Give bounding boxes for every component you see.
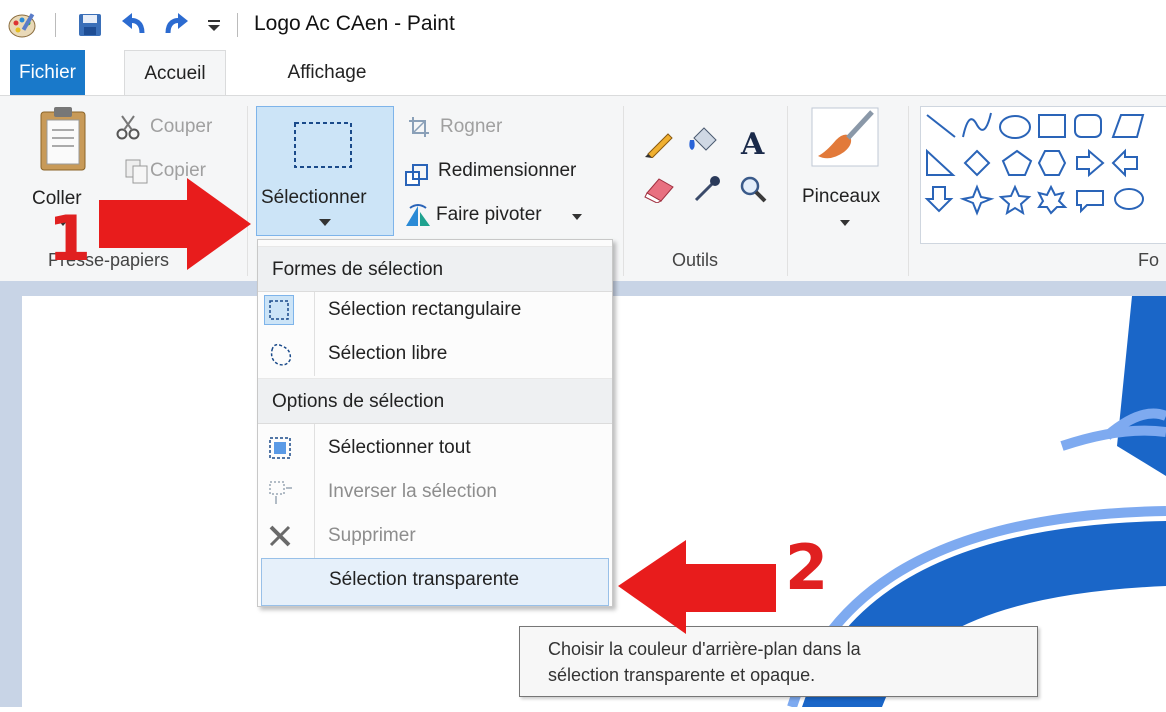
tab-affichage[interactable]: Affichage (262, 50, 392, 95)
tab-accueil[interactable]: Accueil (124, 50, 226, 97)
select-all-icon (269, 437, 291, 459)
shapes-gallery (920, 106, 1166, 244)
window-title: Logo Ac CAen - Paint (254, 12, 455, 35)
select-button[interactable]: Sélectionner (256, 106, 394, 236)
menu-section-label: Formes de sélection (272, 259, 444, 280)
menu-item-label: Supprimer (328, 525, 416, 546)
menu-section-header: Formes de sélection (258, 246, 612, 292)
menu-item-label: Sélection transparente (329, 569, 520, 590)
rect-select-icon (294, 122, 352, 168)
eraser-icon[interactable] (643, 173, 677, 203)
group-separator (623, 106, 624, 276)
shapes-icon-grid (924, 112, 1145, 216)
annotation-arrow-left (618, 540, 776, 634)
menu-item-invert-selection[interactable]: Inverser la sélection (258, 470, 612, 516)
ribbon-tabs: Fichier Accueil Affichage (0, 50, 1166, 97)
brushes-icon[interactable] (810, 106, 880, 168)
menu-item-label: Sélection libre (328, 343, 448, 364)
qat-separator (55, 13, 56, 37)
menu-item-free-select[interactable]: Sélection libre (258, 332, 612, 378)
chevron-down-icon[interactable] (572, 214, 582, 221)
rotate-icon (406, 204, 430, 226)
delete-x-icon (269, 525, 291, 547)
magnifier-icon[interactable] (738, 174, 768, 204)
free-select-icon (270, 343, 292, 366)
group-separator (787, 106, 788, 276)
annotation-number-2: 2 (785, 531, 829, 604)
invert-selection-icon (269, 481, 292, 504)
crop-icon (409, 117, 429, 137)
redo-icon[interactable] (162, 11, 190, 39)
annotation-arrow-right (99, 178, 251, 270)
fill-icon[interactable] (686, 124, 720, 158)
paint-app-icon[interactable] (8, 11, 38, 39)
pencil-icon[interactable] (644, 128, 674, 158)
undo-icon[interactable] (120, 11, 148, 39)
title-bar: Logo Ac CAen - Paint (0, 0, 1166, 50)
rect-select-icon (264, 295, 294, 325)
menu-item-select-all[interactable]: Sélectionner tout (258, 426, 612, 472)
cut-button[interactable]: Couper (150, 116, 212, 138)
tooltip-line: Choisir la couleur d'arrière-plan dans l… (548, 639, 861, 659)
menu-item-transparent-selection[interactable]: Sélection transparente (261, 558, 609, 606)
text-icon[interactable]: A (738, 126, 768, 160)
select-dropdown-menu: Formes de sélection Sélection rectangula… (257, 239, 613, 607)
menu-section-header: Options de sélection (258, 378, 612, 424)
menu-section-label: Options de sélection (272, 391, 445, 412)
save-icon[interactable] (78, 13, 102, 37)
tab-fichier[interactable]: Fichier (10, 50, 85, 95)
svg-text:A: A (740, 127, 765, 160)
paste-icon[interactable] (38, 106, 88, 172)
tooltip: Choisir la couleur d'arrière-plan dans l… (519, 626, 1038, 697)
rotate-button[interactable]: Faire pivoter (436, 204, 542, 226)
menu-item-label: Sélection rectangulaire (328, 299, 522, 320)
customize-qat-icon[interactable] (206, 18, 222, 34)
menu-item-delete[interactable]: Supprimer (258, 514, 612, 560)
crop-button[interactable]: Rogner (440, 116, 502, 138)
menu-item-label: Sélectionner tout (328, 437, 471, 458)
menu-item-label: Inverser la sélection (328, 481, 497, 502)
menu-item-rect-select[interactable]: Sélection rectangulaire (258, 288, 612, 334)
chevron-down-icon[interactable] (840, 220, 850, 227)
group-separator (908, 106, 909, 276)
qat-separator (237, 13, 238, 37)
chevron-down-icon (319, 219, 331, 226)
tooltip-line: sélection transparente et opaque. (548, 665, 816, 685)
annotation-number-1: 1 (48, 202, 92, 275)
resize-button[interactable]: Redimensionner (438, 160, 576, 182)
scissors-icon (116, 115, 140, 140)
color-picker-icon[interactable] (692, 174, 722, 204)
shapes-group-label: Fo (1138, 250, 1160, 270)
resize-icon (405, 164, 428, 186)
brushes-button[interactable]: Pinceaux (802, 186, 880, 208)
select-button-label: Sélectionner (261, 187, 367, 208)
tools-group-label: Outils (672, 250, 719, 270)
